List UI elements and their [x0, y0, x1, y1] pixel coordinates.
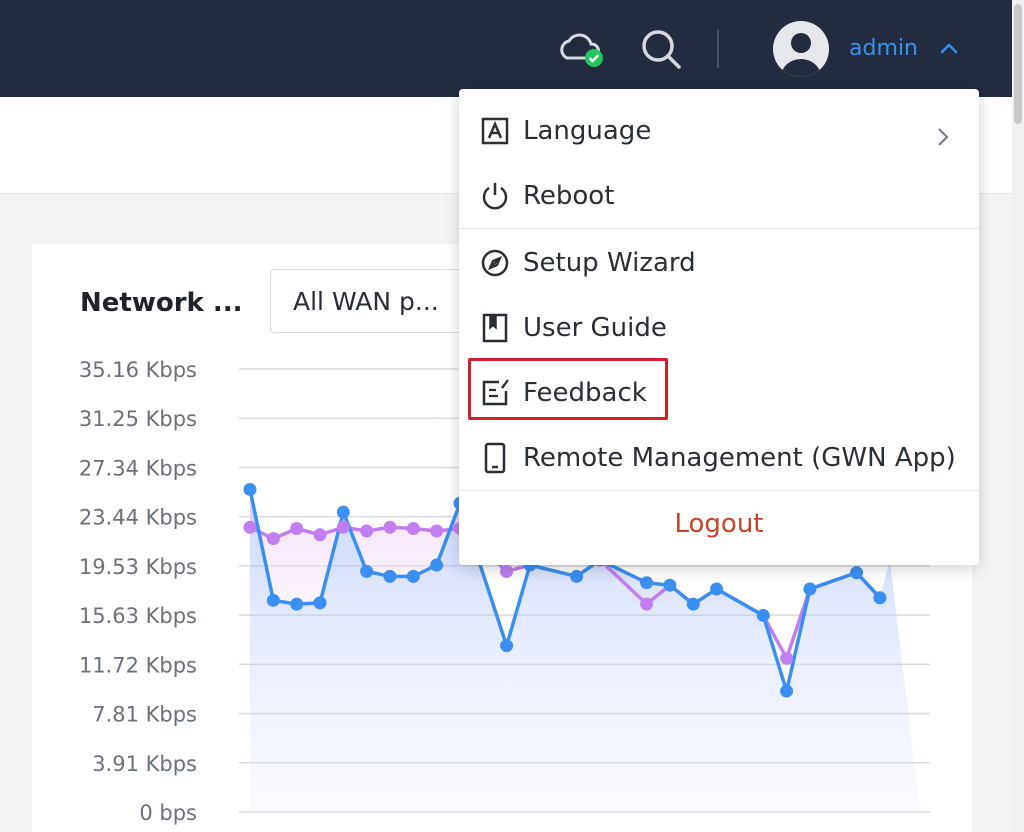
menu-item-setup-wizard[interactable]: Setup Wizard [459, 233, 979, 293]
data-point-purple [266, 532, 280, 546]
data-point-blue [500, 639, 514, 653]
data-point-purple [290, 522, 304, 536]
feedback-edit-icon [482, 379, 509, 406]
data-point-blue [360, 564, 374, 578]
data-point-blue [570, 569, 584, 583]
data-point-purple [313, 528, 327, 542]
y-tick-label: 15.63 Kbps [79, 604, 197, 628]
chevron-right-icon [938, 128, 949, 146]
y-tick-label: 11.72 Kbps [79, 653, 197, 677]
data-point-blue [710, 582, 724, 596]
menu-separator [459, 490, 979, 491]
menu-item-user-guide[interactable]: User Guide [459, 298, 979, 358]
data-point-purple [406, 522, 420, 536]
menu-item-feedback[interactable]: Feedback [459, 363, 979, 423]
menu-item-language[interactable]: Language [459, 101, 979, 161]
data-point-blue [640, 576, 654, 590]
data-point-blue [780, 684, 794, 698]
menu-separator [459, 228, 979, 229]
data-point-blue [873, 591, 887, 605]
menu-item-label: Reboot [523, 181, 615, 211]
y-tick-label: 23.44 Kbps [79, 506, 197, 530]
data-point-blue [850, 566, 864, 580]
menu-item-remote-management[interactable]: Remote Management (GWN App) [459, 428, 979, 488]
y-tick-label: 31.25 Kbps [79, 407, 197, 431]
power-icon [482, 183, 508, 210]
y-tick-label: 27.34 Kbps [79, 456, 197, 480]
data-point-blue [430, 558, 444, 572]
data-point-blue [756, 608, 770, 622]
logout-button[interactable]: Logout [459, 494, 979, 554]
y-tick-label: 0 bps [139, 801, 197, 825]
data-point-blue [266, 593, 280, 607]
data-point-blue [686, 597, 700, 611]
data-point-blue [663, 578, 677, 592]
data-point-blue [803, 582, 817, 596]
menu-item-reboot[interactable]: Reboot [459, 166, 979, 226]
book-icon [482, 313, 508, 343]
y-tick-label: 19.53 Kbps [79, 555, 197, 579]
menu-item-label: User Guide [523, 313, 667, 343]
menu-item-label: Language [523, 116, 652, 146]
data-point-purple [500, 564, 514, 578]
data-point-purple [383, 520, 397, 534]
y-tick-label: 7.81 Kbps [92, 703, 197, 727]
y-tick-label: 3.91 Kbps [92, 752, 197, 776]
menu-item-label: Feedback [523, 378, 647, 408]
data-point-purple [243, 520, 257, 534]
compass-icon [481, 249, 509, 277]
data-point-blue [383, 569, 397, 583]
menu-item-label: Setup Wizard [523, 248, 696, 278]
menu-item-label: Remote Management (GWN App) [523, 443, 956, 473]
y-tick-label: 35.16 Kbps [79, 358, 197, 382]
data-point-blue [313, 596, 327, 610]
user-dropdown-menu: Language Reboot Setup Wizard User Guide [459, 89, 979, 565]
data-point-purple [360, 524, 374, 538]
data-point-blue [243, 482, 257, 496]
data-point-purple [336, 520, 350, 534]
page-scrollbar[interactable] [1012, 0, 1024, 832]
data-point-blue [406, 569, 420, 583]
data-point-blue [336, 505, 350, 519]
data-point-purple [780, 651, 794, 665]
data-point-purple [430, 524, 444, 538]
scrollbar-thumb[interactable] [1014, 4, 1022, 124]
language-icon [481, 117, 509, 145]
data-point-purple [640, 597, 654, 611]
data-point-blue [290, 597, 304, 611]
phone-icon [484, 442, 506, 474]
